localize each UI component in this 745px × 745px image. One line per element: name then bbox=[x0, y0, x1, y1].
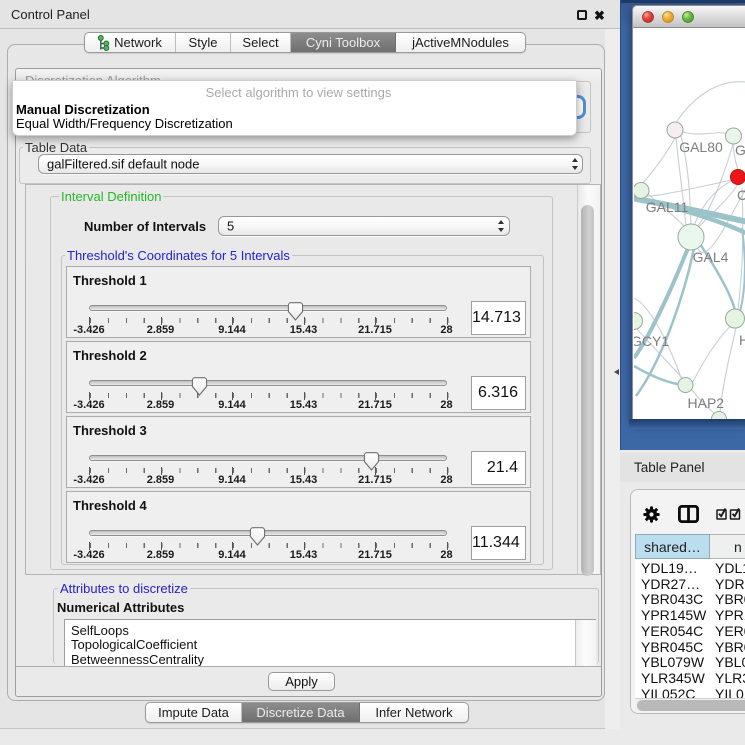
svg-text:GA: GA bbox=[735, 142, 745, 158]
svg-text:C: C bbox=[737, 187, 745, 203]
svg-text:GCY1: GCY1 bbox=[634, 333, 669, 349]
svg-text:GAL4: GAL4 bbox=[693, 249, 729, 265]
svg-text:GAL11: GAL11 bbox=[646, 199, 689, 215]
svg-text:HAP2: HAP2 bbox=[688, 395, 725, 411]
svg-text:H: H bbox=[739, 332, 745, 348]
svg-text:GAL80: GAL80 bbox=[679, 139, 723, 155]
